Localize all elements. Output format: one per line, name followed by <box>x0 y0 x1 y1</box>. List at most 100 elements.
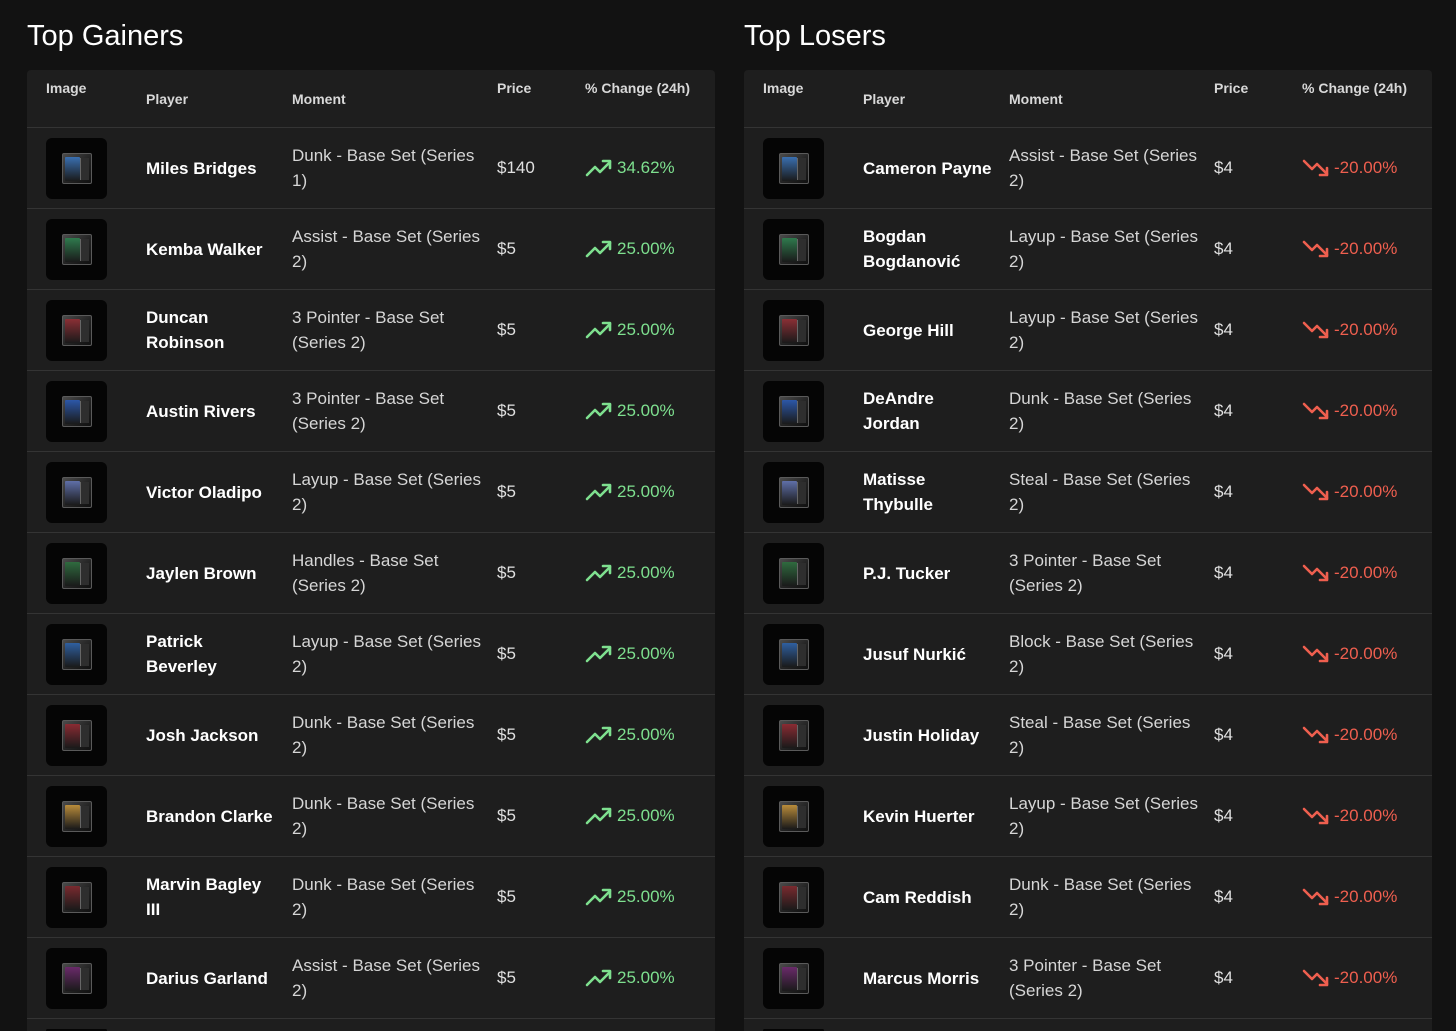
moment-cube-image <box>62 801 92 832</box>
change-value: -20.00% <box>1302 128 1397 208</box>
player-name[interactable]: Bogdan Bogdanović <box>863 209 993 289</box>
table-row[interactable]: DeAndre Jordan Dunk - Base Set (Series 2)… <box>744 371 1432 452</box>
change-percent: -20.00% <box>1334 563 1398 582</box>
column-header-change[interactable]: % Change (24h) <box>1302 80 1407 96</box>
table-row[interactable]: Jaylen Brown Handles - Base Set (Series 2… <box>27 533 715 614</box>
price-value: $4 <box>1214 158 1233 177</box>
column-header-moment[interactable]: Moment <box>1009 91 1063 107</box>
moment-thumbnail[interactable] <box>46 219 107 280</box>
change-percent: 34.62% <box>617 158 675 177</box>
table-row[interactable]: Austin Rivers 3 Pointer - Base Set (Serie… <box>27 371 715 452</box>
table-row[interactable]: Josh Jackson Dunk - Base Set (Series 2) $5… <box>27 695 715 776</box>
table-row[interactable]: Jusuf Nurkić Block - Base Set (Series 2) $… <box>744 614 1432 695</box>
player-name[interactable]: Marcus Morris <box>863 938 993 1018</box>
player-name[interactable]: Josh Jackson <box>146 695 276 775</box>
change-percent: 25.00% <box>617 644 675 663</box>
player-name[interactable]: Brandon Clarke <box>146 776 276 856</box>
player-name[interactable]: Kemba Walker <box>146 209 276 289</box>
table-row[interactable]: Victor Oladipo Layup - Base Set (Series 2… <box>27 452 715 533</box>
moment-thumbnail[interactable] <box>763 300 824 361</box>
table-row[interactable]: Patrick Beverley Layup - Base Set (Series… <box>27 614 715 695</box>
moment-thumbnail[interactable] <box>763 219 824 280</box>
table-row[interactable]: Duncan Robinson 3 Pointer - Base Set (Ser… <box>27 290 715 371</box>
moment-name: Handles - Base Set (Series 2) <box>292 551 439 595</box>
column-header-moment[interactable]: Moment <box>292 91 346 107</box>
player-name[interactable]: P.J. Tucker <box>863 533 993 613</box>
moment-thumbnail[interactable] <box>46 624 107 685</box>
moment-thumbnail[interactable] <box>46 948 107 1009</box>
table-row[interactable]: Bogdan Bogdanović Layup - Base Set (Serie… <box>744 209 1432 290</box>
column-header-player[interactable]: Player <box>146 91 188 107</box>
moment-name: Assist - Base Set (Series 2) <box>292 227 481 271</box>
moment-cube-image <box>779 639 809 670</box>
top-gainers-table: Image Player Moment Price % Change (24h)… <box>27 70 715 1031</box>
table-row[interactable]: P.J. Tucker 3 Pointer - Base Set (Series … <box>744 533 1432 614</box>
moment-name: Steal - Base Set (Series 2) <box>1009 470 1191 514</box>
moment-thumbnail[interactable] <box>763 948 824 1009</box>
player-name[interactable]: Jaylen Brown <box>146 533 276 613</box>
table-row[interactable]: Marcus Morris 3 Pointer - Base Set (Serie… <box>744 938 1432 1019</box>
table-row[interactable] <box>27 1019 715 1031</box>
table-row[interactable]: George Hill Layup - Base Set (Series 2) $4… <box>744 290 1432 371</box>
moment-cube-image <box>779 558 809 589</box>
table-row[interactable]: Kemba Walker Assist - Base Set (Series 2)… <box>27 209 715 290</box>
table-row[interactable]: Kevin Huerter Layup - Base Set (Series 2)… <box>744 776 1432 857</box>
player-name[interactable]: Matisse Thybulle <box>863 452 993 532</box>
column-header-change[interactable]: % Change (24h) <box>585 80 690 96</box>
moment-thumbnail[interactable] <box>763 381 824 442</box>
moment-thumbnail[interactable] <box>46 138 107 199</box>
table-row[interactable]: Justin Holiday Steal - Base Set (Series 2… <box>744 695 1432 776</box>
price-value: $4 <box>1214 320 1233 339</box>
trending-up-icon <box>585 157 617 179</box>
table-row[interactable]: Darius Garland Assist - Base Set (Series … <box>27 938 715 1019</box>
top-losers-table: Image Player Moment Price % Change (24h)… <box>744 70 1432 1031</box>
table-row[interactable]: Matisse Thybulle Steal - Base Set (Series… <box>744 452 1432 533</box>
moment-thumbnail[interactable] <box>46 462 107 523</box>
table-row[interactable]: Miles Bridges Dunk - Base Set (Series 1) $… <box>27 128 715 209</box>
table-row[interactable]: Brandon Clarke Dunk - Base Set (Series 2)… <box>27 776 715 857</box>
moment-thumbnail[interactable] <box>46 705 107 766</box>
player-name[interactable]: Patrick Beverley <box>146 614 276 694</box>
moment-cube-image <box>779 882 809 913</box>
player-name[interactable]: Victor Oladipo <box>146 452 276 532</box>
moment-thumbnail[interactable] <box>46 543 107 604</box>
player-name[interactable]: Cameron Payne <box>863 128 993 208</box>
player-name[interactable]: Cam Reddish <box>863 857 993 937</box>
moment-name: Layup - Base Set (Series 2) <box>292 632 481 676</box>
moment-thumbnail[interactable] <box>763 543 824 604</box>
moment-thumbnail[interactable] <box>46 300 107 361</box>
trending-down-icon <box>1302 643 1334 665</box>
moment-thumbnail[interactable] <box>763 624 824 685</box>
column-header-price[interactable]: Price <box>497 80 531 96</box>
change-value: 25.00% <box>585 614 675 694</box>
column-header-price[interactable]: Price <box>1214 80 1248 96</box>
moment-thumbnail[interactable] <box>46 381 107 442</box>
player-name[interactable]: Darius Garland <box>146 938 276 1018</box>
moment-thumbnail[interactable] <box>763 138 824 199</box>
player-name[interactable]: Miles Bridges <box>146 128 276 208</box>
column-header-player[interactable]: Player <box>863 91 905 107</box>
player-name[interactable]: Austin Rivers <box>146 371 276 451</box>
moment-cube-image <box>62 477 92 508</box>
moment-thumbnail[interactable] <box>46 786 107 847</box>
moment-thumbnail[interactable] <box>763 867 824 928</box>
change-percent: 25.00% <box>617 320 675 339</box>
price-value: $5 <box>497 806 516 825</box>
table-row[interactable]: Cameron Payne Assist - Base Set (Series 2… <box>744 128 1432 209</box>
table-row[interactable]: Cam Reddish Dunk - Base Set (Series 2) $4 -… <box>744 857 1432 938</box>
moment-name: Assist - Base Set (Series 2) <box>292 956 481 1000</box>
player-name[interactable]: Kevin Huerter <box>863 776 993 856</box>
player-name[interactable]: George Hill <box>863 290 993 370</box>
player-name[interactable]: Jusuf Nurkić <box>863 614 993 694</box>
moment-thumbnail[interactable] <box>46 867 107 928</box>
table-row[interactable] <box>744 1019 1432 1031</box>
player-name[interactable]: Marvin Bagley III <box>146 857 276 937</box>
player-name[interactable]: Duncan Robinson <box>146 290 276 370</box>
moment-thumbnail[interactable] <box>763 786 824 847</box>
player-name[interactable]: Justin Holiday <box>863 695 993 775</box>
player-name[interactable]: DeAndre Jordan <box>863 371 993 451</box>
table-row[interactable]: Marvin Bagley III Dunk - Base Set (Series… <box>27 857 715 938</box>
moment-thumbnail[interactable] <box>763 705 824 766</box>
moment-thumbnail[interactable] <box>763 462 824 523</box>
price-value: $4 <box>1214 239 1233 258</box>
